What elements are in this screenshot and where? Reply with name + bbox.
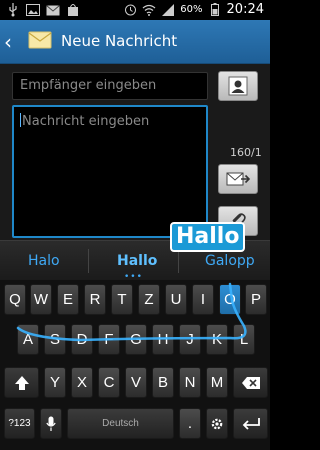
mail-icon[interactable] bbox=[28, 30, 52, 54]
signal-icon bbox=[161, 3, 175, 17]
key-o[interactable]: O bbox=[219, 284, 241, 315]
key-k[interactable]: K bbox=[206, 324, 228, 355]
message-placeholder: Nachricht eingeben bbox=[22, 114, 150, 129]
key-b[interactable]: B bbox=[152, 367, 174, 398]
key-a[interactable]: A bbox=[17, 324, 39, 355]
shift-key[interactable] bbox=[4, 367, 39, 398]
status-bar: 60% 20:24 bbox=[0, 0, 270, 20]
contacts-button[interactable] bbox=[218, 71, 258, 101]
key-f[interactable]: F bbox=[98, 324, 120, 355]
key-p[interactable]: P bbox=[245, 284, 267, 315]
compose-area: Empfänger eingeben Nachricht eingeben 16… bbox=[0, 64, 270, 240]
symbols-key[interactable]: ?123 bbox=[4, 408, 35, 439]
suggestion-item[interactable]: Galopp bbox=[205, 253, 255, 269]
message-field[interactable]: Nachricht eingeben bbox=[12, 105, 208, 238]
key-u[interactable]: U bbox=[165, 284, 187, 315]
clock: 20:24 bbox=[226, 2, 264, 17]
key-v[interactable]: V bbox=[125, 367, 147, 398]
gallery-icon bbox=[26, 3, 40, 17]
send-button[interactable] bbox=[218, 164, 258, 194]
store-icon bbox=[66, 3, 80, 17]
gesture-preview-bubble: Hallo bbox=[170, 222, 246, 252]
key-e[interactable]: E bbox=[57, 284, 79, 315]
enter-icon bbox=[242, 417, 260, 430]
gear-icon bbox=[211, 418, 223, 429]
key-c[interactable]: C bbox=[98, 367, 120, 398]
voice-input-key[interactable] bbox=[40, 408, 62, 439]
alarm-icon bbox=[123, 3, 137, 17]
key-z[interactable]: Z bbox=[138, 284, 160, 315]
back-icon[interactable]: ‹ bbox=[4, 30, 12, 54]
shift-icon bbox=[14, 375, 29, 390]
key-w[interactable]: W bbox=[30, 284, 52, 315]
key-d[interactable]: D bbox=[71, 324, 93, 355]
period-key[interactable]: . bbox=[179, 408, 201, 439]
enter-key[interactable] bbox=[233, 408, 268, 439]
key-q[interactable]: Q bbox=[4, 284, 26, 315]
key-x[interactable]: X bbox=[71, 367, 93, 398]
key-j[interactable]: J bbox=[179, 324, 201, 355]
microphone-icon bbox=[46, 416, 56, 431]
key-n[interactable]: N bbox=[179, 367, 201, 398]
gmail-icon bbox=[46, 3, 60, 17]
wifi-icon bbox=[142, 3, 156, 17]
divider bbox=[178, 249, 179, 273]
suggestion-item[interactable]: Halo bbox=[28, 253, 60, 269]
usb-icon bbox=[6, 3, 20, 17]
key-r[interactable]: R bbox=[84, 284, 106, 315]
battery-icon bbox=[208, 3, 222, 17]
key-t[interactable]: T bbox=[111, 284, 133, 315]
battery-percent: 60% bbox=[180, 4, 203, 15]
key-s[interactable]: S bbox=[44, 324, 66, 355]
suggestion-item-selected[interactable]: Hallo bbox=[117, 253, 157, 269]
backspace-key[interactable] bbox=[233, 367, 268, 398]
send-icon bbox=[226, 172, 250, 186]
title-bar: ‹ Neue Nachricht bbox=[0, 20, 270, 64]
space-key[interactable]: Deutsch bbox=[67, 408, 174, 439]
settings-key[interactable] bbox=[206, 408, 228, 439]
keyboard: Q W E R T Z U I O P A S D F G H J K L Y … bbox=[0, 280, 270, 450]
key-i[interactable]: I bbox=[192, 284, 214, 315]
key-m[interactable]: M bbox=[206, 367, 228, 398]
key-h[interactable]: H bbox=[152, 324, 174, 355]
key-y[interactable]: Y bbox=[44, 367, 66, 398]
char-counter: 160/1 bbox=[230, 146, 262, 159]
text-cursor bbox=[20, 113, 21, 127]
divider bbox=[88, 249, 89, 273]
key-l[interactable]: L bbox=[233, 324, 255, 355]
backspace-icon bbox=[241, 376, 260, 389]
page-title: Neue Nachricht bbox=[61, 32, 178, 50]
contact-icon bbox=[228, 76, 248, 96]
key-g[interactable]: G bbox=[125, 324, 147, 355]
recipient-field[interactable]: Empfänger eingeben bbox=[12, 72, 208, 100]
